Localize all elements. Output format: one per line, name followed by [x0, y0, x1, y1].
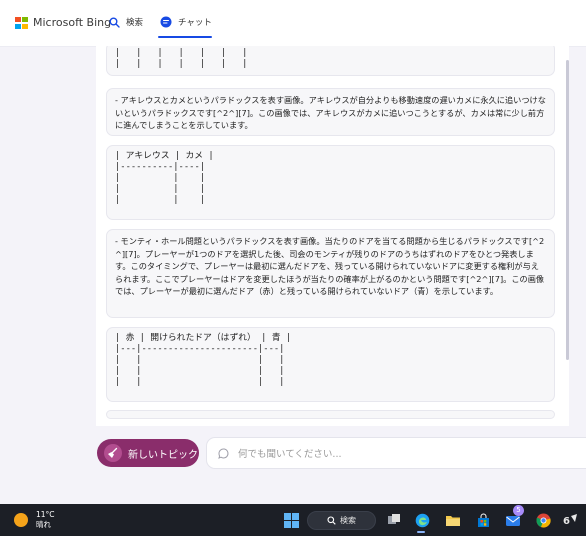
next-card-edge [106, 410, 555, 419]
sun-icon [14, 512, 28, 527]
table-monty-hall-text: | 赤 | 開けられたドア（はずれ） | 青 | |---|----------… [115, 333, 292, 387]
table-card-monty-hall: | 赤 | 開けられたドア（はずれ） | 青 | |---|----------… [106, 327, 555, 402]
top-bar: Microsoft Bing 検索 チャット [0, 0, 586, 47]
answer-paragraph-achilles: - アキレウスとカメというパラドックスを表す画像。アキレウスが自分よりも移動速度… [106, 88, 555, 136]
chat-conversation[interactable]: | | | | | | | | | | | | | | - アキレウスとカメとい… [96, 46, 569, 426]
app-icon[interactable]: 6 [561, 510, 581, 530]
tab-search-label: 検索 [126, 18, 144, 28]
paragraph-text: - モンティ・ホール問題というパラドックスを表す画像。当たりのドアを当てる問題か… [115, 236, 545, 296]
chrome-icon[interactable] [533, 510, 553, 530]
table-card-fragment: | | | | | | | | | | | | | | [106, 46, 555, 76]
broom-icon [104, 444, 122, 462]
windows-start-icon[interactable] [281, 510, 301, 530]
table-fragment-text: | | | | | | | | | | | | | | [115, 48, 248, 69]
tab-chat-label: チャット [178, 18, 212, 28]
taskbar-search[interactable]: 検索 [307, 511, 376, 530]
microsoft-logo-icon [15, 16, 28, 29]
microsoft-store-icon[interactable] [473, 510, 493, 530]
table-card-achilles: | アキレウス | カメ | |----------|----| | | | |… [106, 145, 555, 220]
chat-icon [160, 16, 172, 28]
logo-text: Microsoft Bing [33, 16, 112, 29]
weather-temperature: 11°C [36, 510, 55, 519]
paragraph-text: - アキレウスとカメというパラドックスを表す画像。アキレウスが自分よりも移動速度… [115, 95, 546, 130]
chat-input[interactable]: 何でも聞いてください... [206, 437, 586, 469]
new-topic-button[interactable]: 新しいトピック [97, 439, 199, 467]
search-icon [109, 17, 120, 28]
file-explorer-icon[interactable] [443, 510, 463, 530]
bing-logo[interactable]: Microsoft Bing [15, 16, 111, 29]
new-topic-label: 新しいトピック [128, 449, 198, 461]
taskbar-search-label: 検索 [340, 516, 356, 525]
weather-condition: 晴れ [36, 519, 51, 529]
chat-input-placeholder: 何でも聞いてください... [238, 449, 342, 460]
search-icon [327, 516, 336, 525]
chat-bubble-icon [217, 447, 230, 460]
tab-search[interactable]: 検索 [109, 16, 143, 28]
task-view-icon[interactable] [384, 510, 404, 530]
edge-browser-icon[interactable] [412, 510, 432, 530]
answer-paragraph-monty-hall: - モンティ・ホール問題というパラドックスを表す画像。当たりのドアを当てる問題か… [106, 229, 555, 318]
table-achilles-text: | アキレウス | カメ | |----------|----| | | | |… [115, 151, 214, 205]
weather-widget[interactable]: 11°C 晴れ [14, 510, 55, 529]
active-tab-indicator [158, 36, 212, 38]
windows-taskbar: 11°C 晴れ 検索 6 [0, 504, 586, 536]
chat-scrollbar[interactable] [566, 60, 569, 360]
mail-badge: 5 [513, 505, 524, 516]
active-app-indicator [417, 531, 425, 533]
tab-chat[interactable]: チャット [160, 16, 212, 28]
svg-text:6: 6 [563, 516, 570, 527]
